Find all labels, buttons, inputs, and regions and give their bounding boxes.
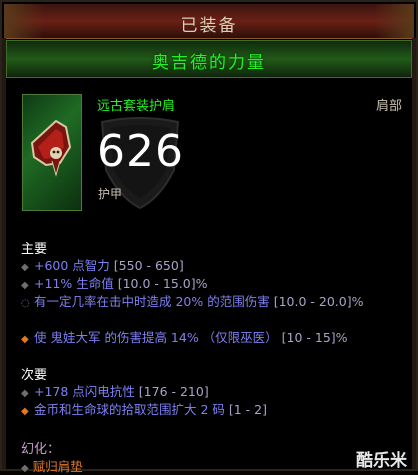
transmog-name: 赋归肩垫 [32, 459, 83, 474]
frame-left [2, 38, 6, 469]
secondary-stat: ◆ +178 点闪电抗性 [176 - 210] [21, 383, 411, 402]
item-name: 奥吉德的力量 [152, 53, 266, 73]
primary-stat: ◌ 有一定几率在击中时造成 20% 的范围伤害 [10.0 - 20.0]% [21, 293, 411, 312]
stat-range: [1 - 2] [224, 402, 267, 417]
diamond-bullet-icon: ◆ [21, 280, 29, 291]
stat-text: 使 鬼娃大军 的伤害提高 14% （仅限巫医） [34, 330, 278, 345]
armor-value: 626 [97, 126, 184, 177]
diamond-bullet-icon: ◆ [21, 388, 29, 399]
transmog-heading: 幻化： [21, 442, 61, 457]
item-type: 远古套装护肩 [97, 99, 176, 114]
stat-range: [10.0 - 15.0]% [113, 276, 208, 291]
primary-stat: ◆ 使 鬼娃大军 的伤害提高 14% （仅限巫医） [10 - 15]% [21, 329, 411, 348]
diamond-bullet-icon: ◆ [21, 463, 29, 474]
stat-text: +178 点闪电抗性 [34, 384, 135, 399]
armor-label: 护甲 [98, 187, 123, 201]
stat-range: [176 - 210] [134, 384, 209, 399]
item-tooltip: 已装备 奥吉德的力量 远古套装护肩 肩部 626 护甲 主要 ◆ +600 点智力… [0, 0, 418, 474]
item-slot: 肩部 [375, 99, 402, 114]
secondary-heading: 次要 [21, 368, 48, 383]
item-icon-frame [22, 94, 82, 211]
primary-stat: ◆ +11% 生命值 [10.0 - 15.0]% [21, 275, 411, 294]
stat-text: 有一定几率在击中时造成 20% 的范围伤害 [34, 294, 270, 309]
equipped-label: 已装备 [180, 16, 238, 36]
stat-text: 金币和生命球的拾取范围扩大 2 码 [34, 402, 225, 417]
item-name-bar: 奥吉德的力量 [6, 40, 412, 78]
stat-range: [550 - 650] [109, 258, 184, 273]
shoulders-icon [30, 119, 72, 177]
legendary-diamond-bullet-icon: ◆ [21, 334, 29, 345]
watermark-logo: 酷乐米 [356, 451, 407, 471]
transmog-value: ◆ 赋归肩垫 [21, 456, 83, 475]
stat-range: [10.0 - 20.0]% [269, 294, 364, 309]
legendary-diamond-bullet-icon: ◆ [21, 406, 29, 417]
stat-text: +600 点智力 [34, 258, 110, 273]
diamond-bullet-icon: ◆ [21, 262, 29, 273]
enchant-swirl-icon: ◌ [21, 298, 30, 309]
stat-range: [10 - 15]% [277, 330, 348, 345]
secondary-stat: ◆ 金币和生命球的拾取范围扩大 2 码 [1 - 2] [21, 401, 411, 420]
stat-text: +11% 生命值 [34, 276, 114, 291]
frame-right [412, 38, 416, 469]
equipped-header: 已装备 [4, 4, 414, 39]
primary-heading: 主要 [21, 242, 48, 257]
primary-stat: ◆ +600 点智力 [550 - 650] [21, 257, 411, 276]
